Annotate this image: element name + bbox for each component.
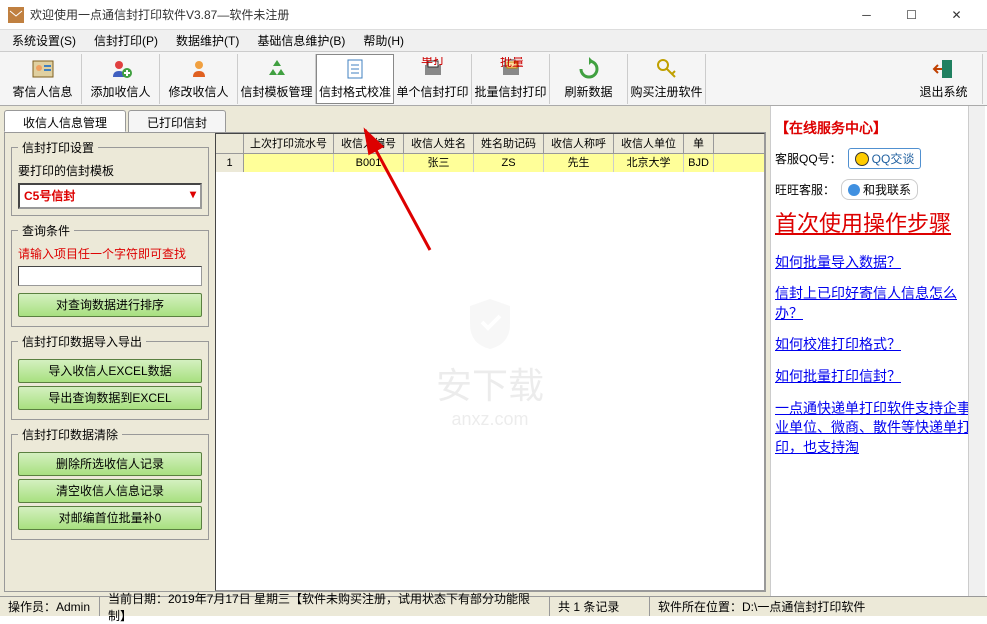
- exit-icon: [932, 57, 956, 81]
- status-operator: 操作员：Admin: [0, 597, 100, 616]
- close-button[interactable]: ✕: [934, 1, 979, 29]
- refresh-icon: [577, 57, 601, 81]
- service-title: 【在线服务中心】: [775, 118, 981, 138]
- svg-text:批量: 批量: [499, 57, 522, 69]
- tab-recipients[interactable]: 收信人信息管理: [4, 110, 126, 132]
- tb-batch-print[interactable]: 批量批量信封打印: [472, 54, 550, 104]
- single-print-icon: 单打: [421, 57, 445, 81]
- status-count: 共 1 条记录: [550, 597, 650, 616]
- menu-data[interactable]: 数据维护(T): [168, 30, 247, 51]
- tb-sender-info[interactable]: 寄信人信息: [4, 54, 82, 104]
- col-name[interactable]: 收信人姓名: [404, 134, 474, 153]
- person-card-icon: [31, 57, 55, 81]
- faq-import[interactable]: 如何批量导入数据？: [775, 253, 981, 273]
- promo-express[interactable]: 一点通快递单打印软件支持企事业单位、微商、散件等快递单打印，也支持淘: [775, 399, 981, 458]
- legend-io: 信封打印数据导入导出: [18, 333, 146, 350]
- legend-clear: 信封打印数据清除: [18, 426, 122, 443]
- row-header-blank: [216, 134, 244, 153]
- titlebar: 欢迎使用一点通信封打印软件V3.87—软件未注册 ─ ☐ ✕: [0, 0, 987, 30]
- service-panel: 【在线服务中心】 客服QQ号： QQ交谈 旺旺客服： 和我联系 首次使用操作步骤…: [770, 106, 985, 596]
- fieldset-print-settings: 信封打印设置 要打印的信封模板 C5号信封 ▾: [11, 139, 209, 216]
- data-grid[interactable]: 上次打印流水号 收信人编号 收信人姓名 姓名助记码 收信人称呼 收信人单位 单 …: [215, 133, 765, 591]
- svg-text:单打: 单打: [421, 57, 445, 67]
- key-icon: [655, 57, 679, 81]
- recycle-icon: [265, 57, 289, 81]
- minimize-button[interactable]: ─: [844, 1, 889, 29]
- clear-all-button[interactable]: 清空收信人信息记录: [18, 479, 202, 503]
- tb-edit-recipient[interactable]: 修改收信人: [160, 54, 238, 104]
- export-excel-button[interactable]: 导出查询数据到EXCEL: [18, 386, 202, 410]
- maximize-button[interactable]: ☐: [889, 1, 934, 29]
- qq-chat-button[interactable]: QQ交谈: [848, 148, 922, 169]
- legend-print-settings: 信封打印设置: [18, 139, 98, 156]
- col-serial[interactable]: 上次打印流水号: [244, 134, 334, 153]
- chevron-down-icon: ▾: [190, 187, 196, 201]
- ww-label: 旺旺客服：: [775, 181, 835, 198]
- menu-help[interactable]: 帮助(H): [355, 30, 412, 51]
- shield-icon: [460, 294, 520, 354]
- status-date: 当前日期：2019年7月17日 星期三【软件未购买注册，试用状态下有部分功能限制…: [100, 597, 550, 616]
- legend-query: 查询条件: [18, 222, 74, 239]
- template-label: 要打印的信封模板: [18, 162, 202, 179]
- window-title: 欢迎使用一点通信封打印软件V3.87—软件未注册: [30, 6, 844, 23]
- faq-preprinted[interactable]: 信封上已印好寄信人信息怎么办？: [775, 284, 981, 323]
- batch-print-icon: 批量: [499, 57, 523, 81]
- tb-template-manage[interactable]: 信封模板管理: [238, 54, 316, 104]
- tabs: 收信人信息管理 已打印信封: [4, 110, 766, 132]
- tab-content: 信封打印设置 要打印的信封模板 C5号信封 ▾ 查询条件 请输入项目任一个字符即…: [4, 132, 766, 592]
- menu-print[interactable]: 信封打印(P): [86, 30, 166, 51]
- fieldset-io: 信封打印数据导入导出 导入收信人EXCEL数据 导出查询数据到EXCEL: [11, 333, 209, 420]
- wangwang-chat-button[interactable]: 和我联系: [841, 179, 918, 200]
- add-person-icon: [109, 57, 133, 81]
- col-title[interactable]: 收信人称呼: [544, 134, 614, 153]
- delete-selected-button[interactable]: 删除所选收信人记录: [18, 452, 202, 476]
- search-input[interactable]: [18, 266, 202, 286]
- status-location: 软件所在位置：D:\一点通信封打印软件: [650, 597, 987, 616]
- app-icon: [8, 7, 24, 23]
- col-unit[interactable]: 收信人单位: [614, 134, 684, 153]
- query-hint: 请输入项目任一个字符即可查找: [18, 245, 202, 262]
- table-row[interactable]: 1 B001 张三 ZS 先生 北京大学 BJD: [216, 154, 764, 172]
- sidebar: 信封打印设置 要打印的信封模板 C5号信封 ▾ 查询条件 请输入项目任一个字符即…: [5, 133, 215, 591]
- main-area: 收信人信息管理 已打印信封 信封打印设置 要打印的信封模板 C5号信封 ▾ 查询…: [0, 106, 987, 596]
- faq-calibrate[interactable]: 如何校准打印格式？: [775, 335, 981, 355]
- pad-zip-button[interactable]: 对邮编首位批量补0: [18, 506, 202, 530]
- sort-button[interactable]: 对查询数据进行排序: [18, 293, 202, 317]
- grid-header: 上次打印流水号 收信人编号 收信人姓名 姓名助记码 收信人称呼 收信人单位 单: [216, 134, 764, 154]
- qq-icon: [855, 152, 869, 166]
- col-id[interactable]: 收信人编号: [334, 134, 404, 153]
- tb-add-recipient[interactable]: 添加收信人: [82, 54, 160, 104]
- import-excel-button[interactable]: 导入收信人EXCEL数据: [18, 359, 202, 383]
- qq-label: 客服QQ号：: [775, 150, 842, 167]
- left-panel: 收信人信息管理 已打印信封 信封打印设置 要打印的信封模板 C5号信封 ▾ 查询…: [0, 106, 770, 596]
- tb-format-calibrate[interactable]: 信封格式校准: [316, 54, 394, 104]
- scrollbar[interactable]: [968, 106, 985, 596]
- menubar: 系统设置(S) 信封打印(P) 数据维护(T) 基础信息维护(B) 帮助(H): [0, 30, 987, 52]
- fieldset-query: 查询条件 请输入项目任一个字符即可查找 对查询数据进行排序: [11, 222, 209, 327]
- fieldset-clear: 信封打印数据清除 删除所选收信人记录 清空收信人信息记录 对邮编首位批量补0: [11, 426, 209, 540]
- wangwang-row: 旺旺客服： 和我联系: [775, 179, 981, 200]
- toolbar: 寄信人信息 添加收信人 修改收信人 信封模板管理 信封格式校准 单打单个信封打印…: [0, 52, 987, 106]
- col-mnemonic[interactable]: 姓名助记码: [474, 134, 544, 153]
- tab-printed[interactable]: 已打印信封: [128, 110, 226, 132]
- first-use-link[interactable]: 首次使用操作步骤: [775, 210, 981, 239]
- faq-batch-print[interactable]: 如何批量打印信封？: [775, 367, 981, 387]
- qq-row: 客服QQ号： QQ交谈: [775, 148, 981, 169]
- tb-refresh[interactable]: 刷新数据: [550, 54, 628, 104]
- edit-person-icon: [187, 57, 211, 81]
- watermark: 安下载 anxz.com: [436, 294, 544, 430]
- tb-exit[interactable]: 退出系统: [905, 54, 983, 104]
- document-lines-icon: [343, 57, 367, 81]
- wangwang-icon: [848, 184, 860, 196]
- menu-base[interactable]: 基础信息维护(B): [249, 30, 353, 51]
- tb-single-print[interactable]: 单打单个信封打印: [394, 54, 472, 104]
- template-select[interactable]: C5号信封 ▾: [18, 183, 202, 209]
- menu-system[interactable]: 系统设置(S): [4, 30, 84, 51]
- tb-buy-register[interactable]: 购买注册软件: [628, 54, 706, 104]
- col-extra[interactable]: 单: [684, 134, 714, 153]
- row-number: 1: [216, 154, 244, 172]
- statusbar: 操作员：Admin 当前日期：2019年7月17日 星期三【软件未购买注册，试用…: [0, 596, 987, 616]
